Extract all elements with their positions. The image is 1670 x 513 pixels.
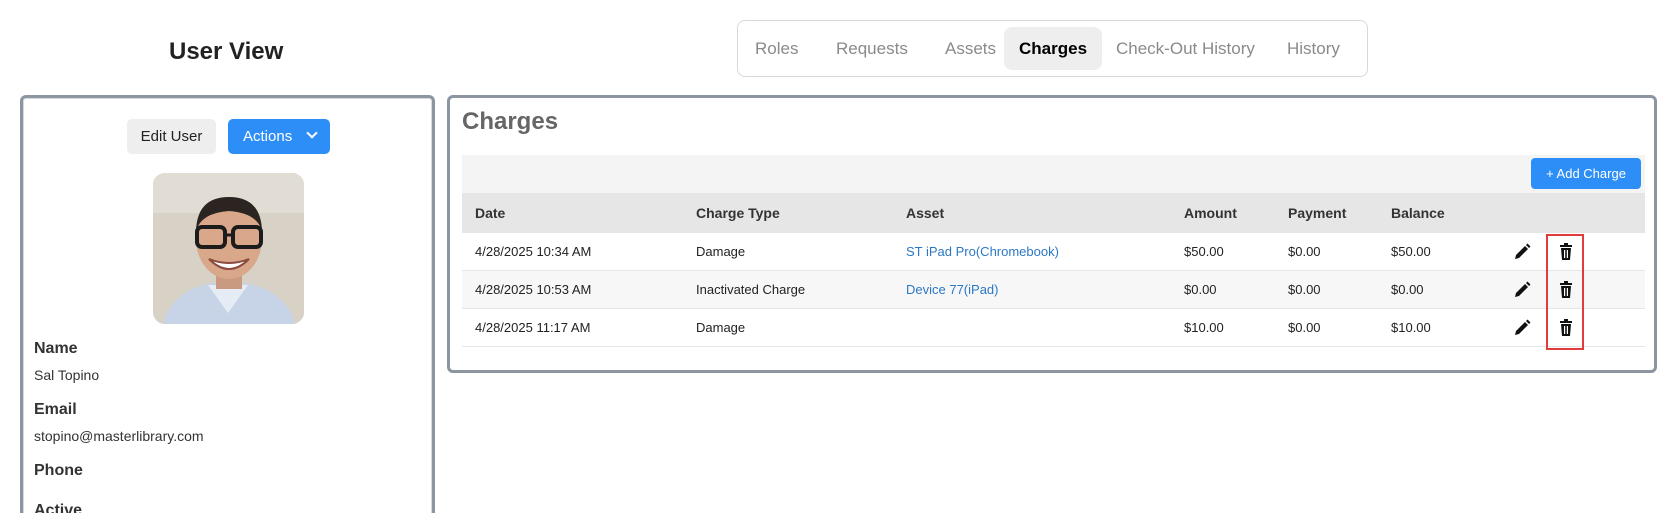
user-photo-icon bbox=[153, 173, 304, 324]
pencil-icon[interactable] bbox=[1512, 242, 1532, 262]
tab-charges[interactable]: Charges bbox=[1004, 27, 1103, 70]
column-header-charge-type: Charge Type bbox=[696, 205, 780, 221]
table-row: 4/28/2025 11:17 AM Damage $10.00 $0.00 $… bbox=[462, 309, 1645, 347]
table-row: 4/28/2025 10:34 AM Damage ST iPad Pro(Ch… bbox=[462, 233, 1645, 271]
charges-panel: Charges + Add Charge Date Charge Type As… bbox=[447, 95, 1657, 373]
asset-link[interactable]: ST iPad Pro(Chromebook) bbox=[906, 233, 1059, 271]
charge-payment: $0.00 bbox=[1288, 244, 1321, 259]
column-header-balance: Balance bbox=[1391, 205, 1445, 221]
charge-date: 4/28/2025 10:53 AM bbox=[475, 282, 592, 297]
charge-amount: $10.00 bbox=[1184, 320, 1224, 335]
trash-icon[interactable] bbox=[1556, 242, 1576, 262]
tab-bar: Roles Requests Assets Charges Check-Out … bbox=[737, 20, 1368, 77]
charge-balance: $50.00 bbox=[1391, 244, 1431, 259]
email-value: stopino@masterlibrary.com bbox=[34, 428, 204, 444]
tab-history[interactable]: History bbox=[1272, 27, 1355, 70]
table-header: Date Charge Type Asset Amount Payment Ba… bbox=[462, 193, 1645, 233]
trash-icon[interactable] bbox=[1556, 280, 1576, 300]
charge-amount: $0.00 bbox=[1184, 282, 1217, 297]
tab-assets[interactable]: Assets bbox=[930, 27, 1011, 70]
charges-table: Date Charge Type Asset Amount Payment Ba… bbox=[462, 193, 1645, 347]
charges-title: Charges bbox=[462, 108, 559, 135]
charge-type: Damage bbox=[696, 320, 746, 335]
asset-link[interactable]: Device 77(iPad) bbox=[906, 271, 999, 309]
active-label: Active bbox=[34, 502, 83, 513]
charge-payment: $0.00 bbox=[1288, 320, 1321, 335]
charge-date: 4/28/2025 10:34 AM bbox=[475, 244, 592, 259]
charge-balance: $0.00 bbox=[1391, 282, 1424, 297]
charge-payment: $0.00 bbox=[1288, 282, 1321, 297]
trash-icon[interactable] bbox=[1556, 318, 1576, 338]
edit-user-button[interactable]: Edit User bbox=[127, 119, 216, 154]
avatar bbox=[153, 173, 304, 324]
chevron-down-icon bbox=[306, 127, 318, 139]
name-label: Name bbox=[34, 340, 78, 357]
tab-requests[interactable]: Requests bbox=[821, 27, 923, 70]
email-label: Email bbox=[34, 401, 77, 418]
charge-type: Damage bbox=[696, 244, 746, 259]
charge-type: Inactivated Charge bbox=[696, 282, 806, 297]
table-row: 4/28/2025 10:53 AM Inactivated Charge De… bbox=[462, 271, 1645, 309]
charge-balance: $10.00 bbox=[1391, 320, 1431, 335]
tab-roles[interactable]: Roles bbox=[740, 27, 813, 70]
pencil-icon[interactable] bbox=[1512, 318, 1532, 338]
column-header-payment: Payment bbox=[1288, 205, 1347, 221]
column-header-date: Date bbox=[475, 205, 506, 221]
charges-toolbar: + Add Charge bbox=[462, 155, 1645, 193]
column-header-asset: Asset bbox=[906, 205, 945, 221]
charge-amount: $50.00 bbox=[1184, 244, 1224, 259]
actions-button-label: Actions bbox=[243, 128, 293, 145]
charge-date: 4/28/2025 11:17 AM bbox=[475, 320, 591, 335]
actions-dropdown-button[interactable]: Actions bbox=[228, 119, 330, 154]
page-title: User View bbox=[169, 38, 284, 65]
add-charge-button[interactable]: + Add Charge bbox=[1531, 158, 1641, 189]
tab-check-out-history[interactable]: Check-Out History bbox=[1101, 27, 1270, 70]
column-header-amount: Amount bbox=[1184, 205, 1237, 221]
pencil-icon[interactable] bbox=[1512, 280, 1532, 300]
phone-label: Phone bbox=[34, 462, 83, 479]
name-value: Sal Topino bbox=[34, 367, 100, 383]
user-details-panel: Edit User Actions Name Sal Topino Email … bbox=[20, 95, 435, 513]
